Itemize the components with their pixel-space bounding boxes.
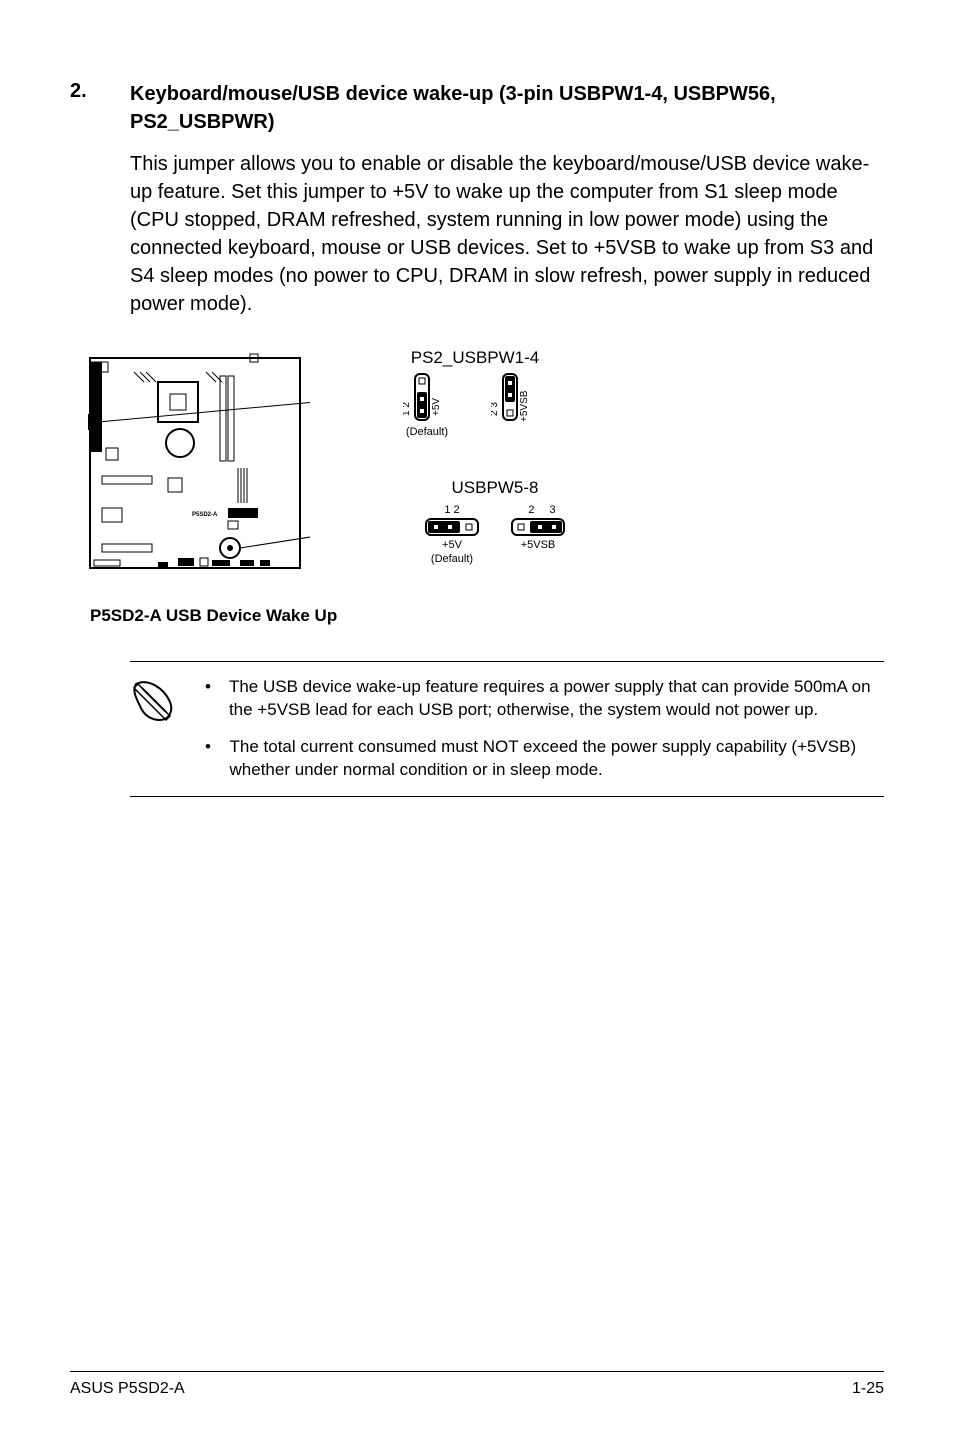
svg-text:1 2: 1 2 [403,402,412,416]
jumper-horizontal-icon [510,517,566,537]
footer-right: 1-25 [852,1380,884,1398]
svg-text:2 3: 2 3 [491,402,500,416]
bullet-icon: • [205,736,212,782]
page-footer: ASUS P5SD2-A 1-25 [70,1371,884,1398]
jumper-vertical-icon: 2 3 +5VSB [491,372,547,424]
note-item-1: • The USB device wake-up feature require… [205,676,884,722]
section-body: This jumper allows you to enable or disa… [130,150,884,318]
note-block: • The USB device wake-up feature require… [130,661,884,797]
board-outline-icon: P5SD2-A [80,348,310,578]
jumper2-left-note: (Default) [431,553,473,565]
note-text-1: The USB device wake-up feature requires … [229,676,884,722]
section-heading: Keyboard/mouse/USB device wake-up (3-pin… [130,80,884,136]
diagram-caption: P5SD2-A USB Device Wake Up [90,606,884,626]
note-pencil-icon [130,676,180,782]
svg-text:+5VSB: +5VSB [519,390,530,422]
note-item-2: • The total current consumed must NOT ex… [205,736,884,782]
jumper2-right: 2 3 +5VSB [510,502,566,565]
footer-left: ASUS P5SD2-A [70,1380,185,1398]
jumper1-left-note: (Default) [406,426,448,438]
jumper2-left: 1 2 +5V (Default) [424,502,480,565]
note-text-2: The total current consumed must NOT exce… [230,736,884,782]
motherboard-diagram: P5SD2-A PS2_USBPW [80,348,600,598]
jumper1-right: 2 3 +5VSB [491,372,547,438]
jumper2-left-pins: 1 2 [444,504,459,516]
jumper1-title: PS2_USBPW1-4 [360,348,590,368]
bullet-icon: • [205,676,211,722]
board-label: P5SD2-A [192,512,218,518]
svg-text:+5V: +5V [431,398,442,416]
jumper2-left-voltage: +5V [442,539,462,551]
jumper-horizontal-icon [424,517,480,537]
jumper2-title: USBPW5-8 [380,478,610,498]
jumper1-left: 1 2 +5V (Default) [403,372,451,438]
jumper2-right-voltage: +5VSB [521,539,556,551]
jumper-vertical-icon: 1 2 +5V [403,372,451,424]
jumper2-right-pins: 2 3 [514,504,561,516]
